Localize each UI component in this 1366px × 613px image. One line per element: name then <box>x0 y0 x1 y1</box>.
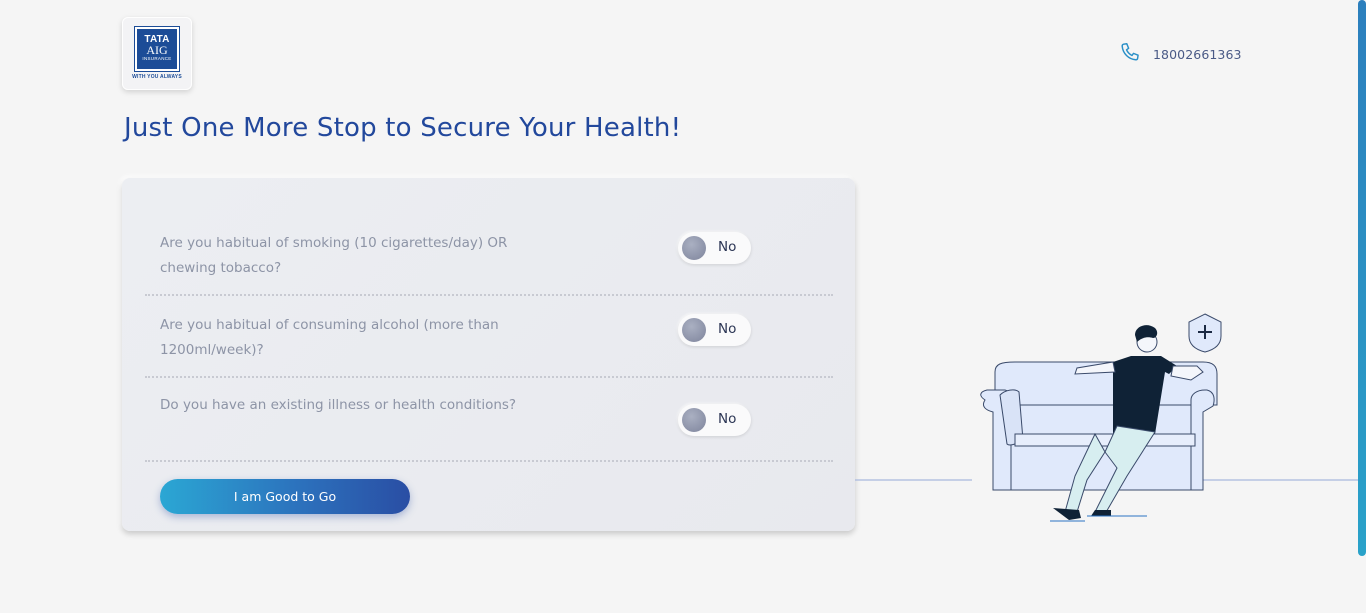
logo-tagline: WITH YOU ALWAYS <box>132 74 182 80</box>
smoking-toggle[interactable]: No <box>678 232 751 264</box>
person-on-sofa-illustration <box>855 313 1358 522</box>
toggle-label: No <box>718 239 737 255</box>
page-title: Just One More Stop to Secure Your Health… <box>124 113 682 143</box>
good-to-go-button[interactable]: I am Good to Go <box>160 479 410 514</box>
health-questions-card: Are you habitual of smoking (10 cigarett… <box>122 178 855 531</box>
toggle-label: No <box>718 411 737 427</box>
logo-brand-2: AIG <box>146 43 168 57</box>
scrollbar[interactable] <box>1358 0 1366 556</box>
question-smoking: Are you habitual of smoking (10 cigarett… <box>160 235 508 276</box>
illness-toggle[interactable]: No <box>678 404 751 436</box>
phone-number: 18002661363 <box>1153 46 1242 62</box>
toggle-knob <box>682 408 706 432</box>
divider <box>145 294 833 296</box>
phone-contact[interactable]: 18002661363 <box>1119 41 1242 67</box>
divider <box>145 376 833 378</box>
question-alcohol: Are you habitual of consuming alcohol (m… <box>160 317 499 358</box>
phone-icon <box>1119 41 1141 67</box>
toggle-label: No <box>718 321 737 337</box>
logo-sub: INSURANCE <box>142 56 172 61</box>
logo-mark: TATA AIG INSURANCE <box>134 26 180 72</box>
toggle-knob <box>682 318 706 342</box>
logo[interactable]: TATA AIG INSURANCE WITH YOU ALWAYS <box>122 17 192 90</box>
divider <box>145 460 833 462</box>
alcohol-toggle[interactable]: No <box>678 314 751 346</box>
question-illness: Do you have an existing illness or healt… <box>160 397 517 413</box>
toggle-knob <box>682 236 706 260</box>
